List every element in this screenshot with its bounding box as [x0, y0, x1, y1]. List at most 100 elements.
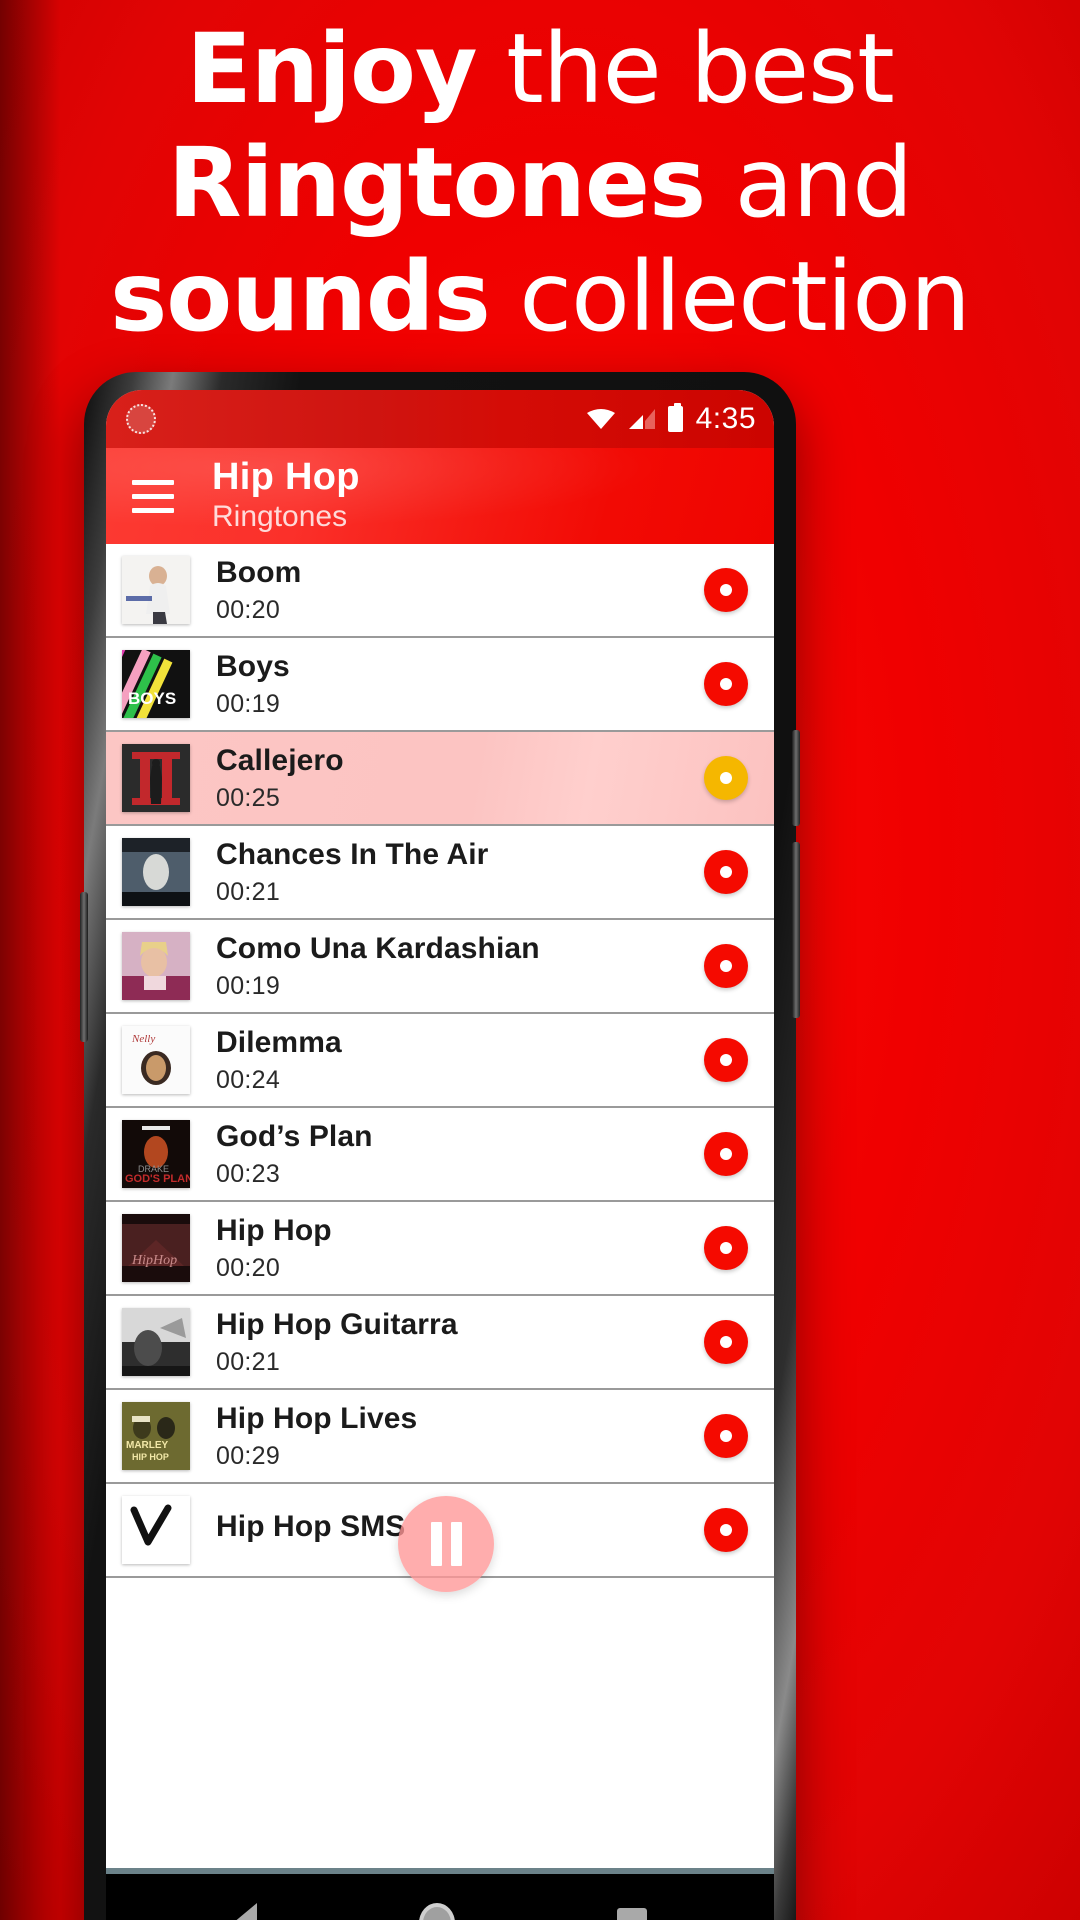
app-bar-titles: Hip Hop Ringtones	[212, 456, 360, 536]
record-dot-icon	[720, 1430, 732, 1442]
record-dot-icon	[720, 1336, 732, 1348]
album-art-callejero	[122, 744, 190, 812]
pause-icon-bar-right	[450, 1522, 462, 1566]
wifi-icon	[586, 409, 615, 429]
volume-up-button[interactable]	[792, 730, 800, 826]
set-ringtone-button[interactable]	[704, 944, 748, 988]
headline-line-1-normal: the best	[476, 13, 895, 125]
album-art-boom	[122, 556, 190, 624]
svg-text:Nelly: Nelly	[131, 1033, 155, 1045]
ringtone-duration: 00:21	[216, 1347, 281, 1376]
set-ringtone-button[interactable]	[704, 1320, 748, 1364]
set-ringtone-button[interactable]	[704, 1038, 748, 1082]
ringtone-title: Como Una Kardashian	[216, 931, 540, 965]
pause-icon-bar-left	[430, 1522, 442, 1566]
set-ringtone-button[interactable]	[704, 1132, 748, 1176]
headline-line-2: Ringtones and	[0, 126, 1080, 240]
ringtone-duration: 00:24	[216, 1065, 281, 1094]
back-triangle-icon	[233, 1903, 257, 1920]
ringtone-duration: 00:25	[216, 783, 281, 812]
app-bar: Hip Hop Ringtones	[106, 448, 774, 544]
record-dot-icon	[720, 1148, 732, 1160]
phone-mockup: 4:35 Hip Hop Ringtones Boom 00:20 BOYS B…	[80, 372, 800, 1920]
ringtone-title: Hip Hop Guitarra	[216, 1307, 458, 1341]
headline-line-2-normal: and	[705, 127, 914, 239]
svg-text:GOD'S PLAN: GOD'S PLAN	[125, 1173, 190, 1185]
promo-headline: Enjoy the best Ringtones and sounds coll…	[0, 12, 1080, 354]
album-art-lives: MARLEY HIP HOP	[122, 1402, 190, 1470]
album-art-chances	[122, 838, 190, 906]
table-row[interactable]: DRAKE GOD'S PLAN God’s Plan 00:23	[106, 1108, 774, 1202]
set-ringtone-button[interactable]	[704, 662, 748, 706]
ringtone-title: Boys	[216, 649, 290, 683]
pause-button[interactable]	[398, 1496, 494, 1592]
headline-line-1-bold: Enjoy	[186, 13, 477, 125]
set-ringtone-button[interactable]	[704, 850, 748, 894]
album-art-dilemma: Nelly	[122, 1026, 190, 1094]
status-bar-time: 4:35	[695, 402, 756, 435]
nav-recents-button[interactable]	[617, 1908, 647, 1920]
table-row[interactable]: Hip Hop Guitarra 00:21	[106, 1296, 774, 1390]
table-row[interactable]: Nelly Dilemma 00:24	[106, 1014, 774, 1108]
headline-line-1: Enjoy the best	[0, 12, 1080, 126]
ringtone-title: Hip Hop SMS	[216, 1510, 406, 1543]
set-ringtone-button[interactable]	[704, 1414, 748, 1458]
svg-text:HIP HOP: HIP HOP	[132, 1452, 169, 1462]
album-art-hiphop: HipHop	[122, 1214, 190, 1282]
battery-icon	[667, 403, 683, 432]
table-row-active[interactable]: Callejero 00:25	[106, 732, 774, 826]
set-ringtone-button[interactable]	[704, 1226, 748, 1270]
table-row[interactable]: MARLEY HIP HOP Hip Hop Lives 00:29	[106, 1390, 774, 1484]
app-notification-icon	[126, 404, 156, 434]
ringtone-list: Boom 00:20 BOYS Boys 00:19 Callejero 00:…	[106, 544, 774, 1578]
album-art-sms	[122, 1496, 190, 1564]
table-row[interactable]: HipHop Hip Hop 00:20	[106, 1202, 774, 1296]
android-navigation-bar	[106, 1868, 774, 1920]
record-dot-icon	[720, 1054, 732, 1066]
ringtone-duration: 00:29	[216, 1441, 281, 1470]
table-row[interactable]: Como Una Kardashian 00:19	[106, 920, 774, 1014]
page-subtitle: Ringtones	[212, 500, 348, 533]
set-ringtone-button[interactable]	[704, 568, 748, 612]
volume-down-button[interactable]	[792, 842, 800, 1018]
set-ringtone-button[interactable]	[704, 1508, 748, 1552]
record-dot-icon	[720, 1524, 732, 1536]
ringtone-duration: 00:19	[216, 689, 281, 718]
recents-square-icon	[617, 1908, 647, 1920]
svg-text:HipHop: HipHop	[131, 1253, 177, 1268]
hamburger-menu-icon[interactable]	[132, 479, 174, 513]
ringtone-duration: 00:20	[216, 1253, 281, 1282]
record-dot-icon	[720, 584, 732, 596]
signal-icon	[628, 409, 655, 429]
ringtone-title: Hip Hop	[216, 1213, 332, 1247]
album-art-godsplan: DRAKE GOD'S PLAN	[122, 1120, 190, 1188]
record-dot-icon	[720, 1242, 732, 1254]
home-circle-icon	[419, 1903, 455, 1920]
set-ringtone-button-active[interactable]	[704, 756, 748, 800]
promo-banner: Enjoy the best Ringtones and sounds coll…	[0, 0, 1080, 1920]
nav-back-button[interactable]	[233, 1903, 257, 1920]
ringtone-title: Hip Hop Lives	[216, 1401, 418, 1435]
svg-text:MARLEY: MARLEY	[126, 1440, 169, 1451]
album-art-como	[122, 932, 190, 1000]
record-dot-icon	[720, 866, 732, 878]
nav-home-button[interactable]	[419, 1903, 455, 1920]
power-button[interactable]	[80, 892, 88, 1042]
table-row[interactable]: BOYS Boys 00:19	[106, 638, 774, 732]
ringtone-title: Chances In The Air	[216, 837, 489, 871]
svg-text:BOYS: BOYS	[128, 689, 176, 708]
phone-screen-bezel: 4:35 Hip Hop Ringtones Boom 00:20 BOYS B…	[106, 390, 774, 1920]
ringtone-duration: 00:21	[216, 877, 281, 906]
album-art-boys: BOYS	[122, 650, 190, 718]
ringtone-title: Callejero	[216, 743, 344, 777]
record-dot-icon	[720, 960, 732, 972]
ringtone-duration: 00:20	[216, 595, 281, 624]
page-title: Hip Hop	[212, 456, 360, 498]
ringtone-title: God’s Plan	[216, 1119, 373, 1153]
record-dot-icon	[720, 678, 732, 690]
table-row[interactable]: Boom 00:20	[106, 544, 774, 638]
headline-line-3-normal: collection	[489, 241, 971, 353]
table-row[interactable]: Chances In The Air 00:21	[106, 826, 774, 920]
ringtone-duration: 00:19	[216, 971, 281, 1000]
app-screen: 4:35 Hip Hop Ringtones Boom 00:20 BOYS B…	[106, 390, 774, 1920]
